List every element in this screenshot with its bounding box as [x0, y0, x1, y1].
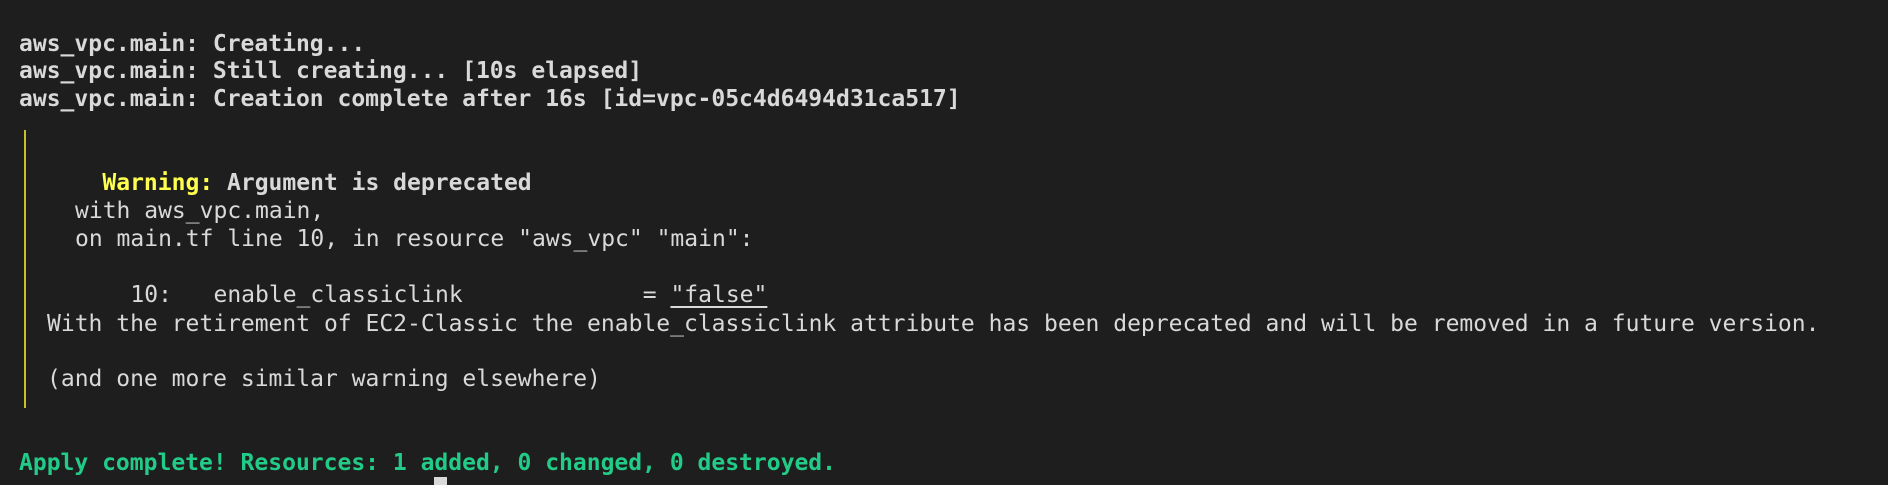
terminal-window[interactable]: aws_vpc.main: Creating... aws_vpc.main: … — [0, 0, 1888, 485]
warning-gutter-bar — [24, 130, 26, 408]
warning-title: Argument is deprecated — [213, 170, 532, 196]
code-value: "false" — [670, 282, 768, 308]
output-line-creation-complete: aws_vpc.main: Creation complete after 16… — [19, 86, 961, 112]
prompt-line-partial[interactable] — [19, 476, 619, 485]
warning-detail: With the retirement of EC2-Classic the e… — [47, 311, 1820, 337]
cursor-block — [434, 477, 448, 485]
code-prefix: 10: enable_classiclink = — [130, 282, 671, 308]
apply-complete-line: Apply complete! Resources: 1 added, 0 ch… — [19, 450, 836, 476]
warning-more: (and one more similar warning elsewhere) — [47, 366, 601, 392]
output-line-creating: aws_vpc.main: Creating... — [19, 31, 366, 57]
warning-with-line: with aws_vpc.main, — [75, 198, 325, 224]
warning-label: Warning: — [102, 170, 214, 196]
warning-on-line: on main.tf line 10, in resource "aws_vpc… — [75, 226, 754, 252]
output-line-still-creating: aws_vpc.main: Still creating... [10s ela… — [19, 58, 643, 84]
